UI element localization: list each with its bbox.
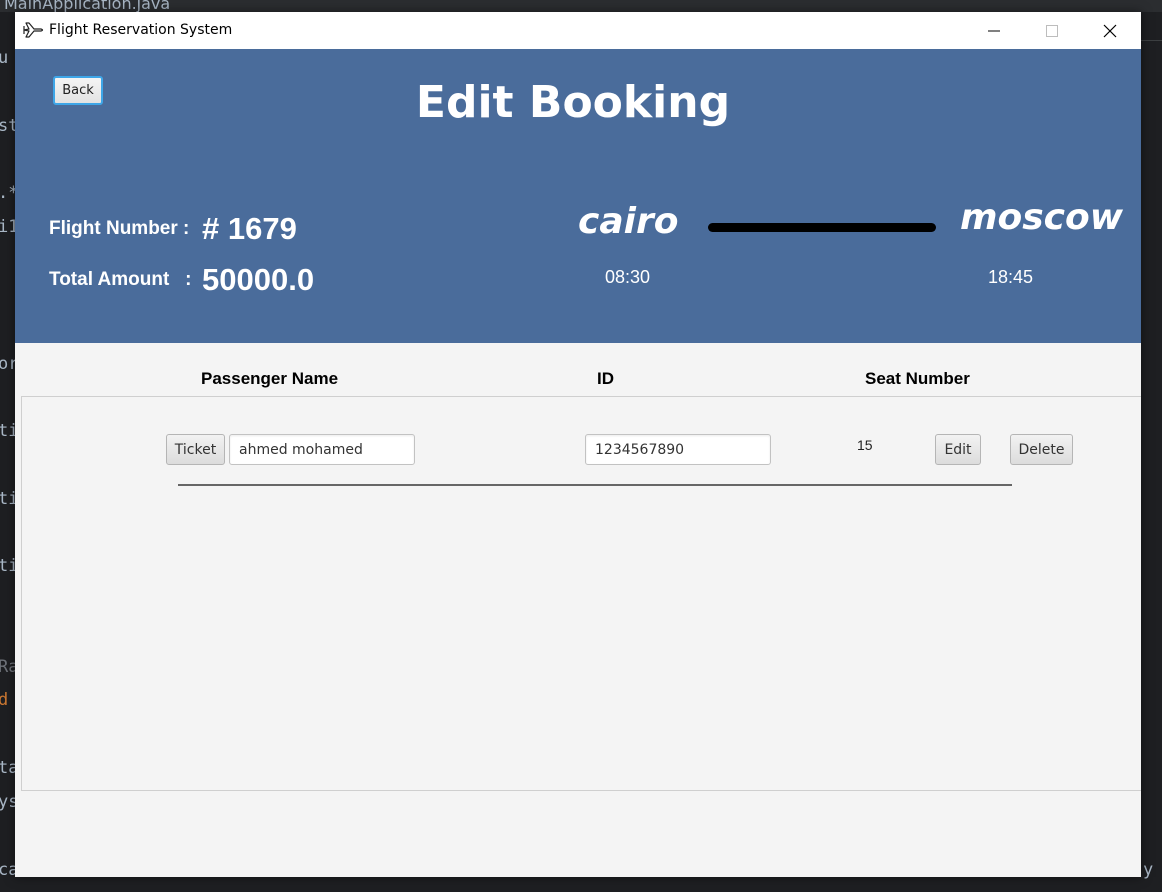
column-header-seat-number: Seat Number [865,369,970,388]
page-title: Edit Booking [415,77,731,128]
ide-code-fragment: u [0,48,9,68]
ide-code-fragment: y [1143,860,1154,880]
flight-number-label: Flight Number : [49,218,190,239]
close-icon [1103,24,1117,37]
total-amount-value: 50000.0 [202,262,315,297]
flight-number-value: # 1679 [202,211,297,246]
ide-tab-bar: MainApplication.java [0,0,1162,13]
window-title: Flight Reservation System [49,22,233,38]
minimize-button[interactable] [965,12,1023,49]
close-button[interactable] [1081,12,1139,49]
route-line [708,223,936,232]
column-header-id: ID [597,369,614,388]
booking-header: Back Edit Booking Flight Number : # 1679… [15,49,1141,343]
destination-city: moscow [960,197,1124,238]
arrival-time: 18:45 [988,267,1034,287]
column-header-passenger-name: Passenger Name [201,369,339,388]
edit-button[interactable]: Edit [935,434,981,465]
row-divider [178,484,1012,486]
passenger-id-input[interactable] [585,434,771,465]
origin-city: cairo [578,201,679,242]
minimize-icon [988,30,1000,31]
ide-code-fragment: d [0,690,9,710]
departure-time: 08:30 [605,267,651,287]
maximize-icon [1046,24,1058,37]
title-bar[interactable]: Flight Reservation System [15,12,1141,49]
passenger-name-input[interactable] [229,434,415,465]
maximize-button[interactable] [1023,12,1081,49]
seat-number-value: 15 [857,437,873,453]
ticket-button[interactable]: Ticket [166,434,225,465]
delete-button[interactable]: Delete [1010,434,1073,465]
airplane-icon [23,22,44,38]
total-amount-label: Total Amount : [49,269,192,290]
app-window: Flight Reservation System Back Edit Book… [15,12,1141,877]
